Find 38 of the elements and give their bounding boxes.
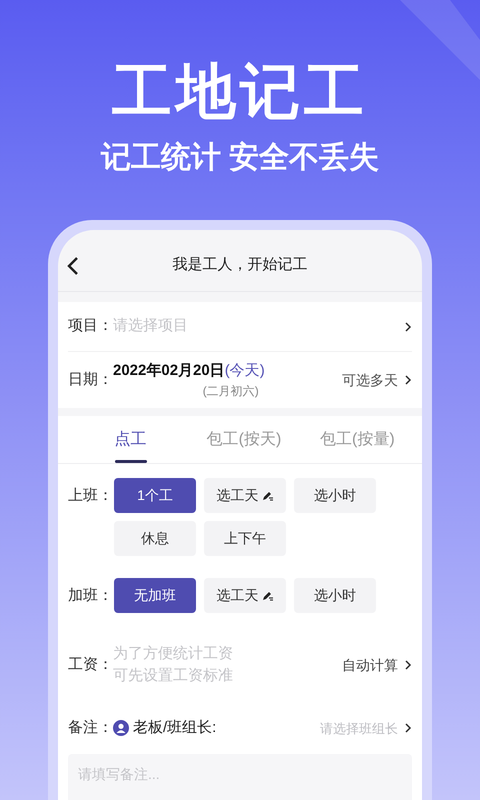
- option-button[interactable]: 选工天: [204, 478, 286, 513]
- field-label: 日期：: [68, 370, 113, 390]
- field-label: 加班：: [68, 586, 114, 606]
- pen-icon: [262, 490, 274, 501]
- option-button[interactable]: 1个工: [114, 478, 196, 513]
- back-icon[interactable]: [66, 256, 80, 276]
- option-button[interactable]: 无加班: [114, 578, 196, 613]
- chevron-icon: [404, 374, 412, 386]
- hint-text: 可先设置工资标准: [113, 666, 233, 686]
- auto-calculate-link[interactable]: 自动计算: [342, 654, 398, 676]
- today-label: (今天): [224, 360, 265, 381]
- hero-title: 工地记工: [112, 57, 368, 127]
- boss-label: 老板/班组长:: [133, 718, 216, 738]
- hint-text: 为了方便统计工资: [113, 644, 233, 664]
- multi-day-link[interactable]: 可选多天: [342, 370, 398, 390]
- field-label: 项目：: [68, 316, 113, 336]
- option-button[interactable]: 上下午: [204, 521, 286, 556]
- tab[interactable]: 点工: [114, 428, 147, 452]
- field-label: 备注：: [68, 718, 113, 738]
- option-button[interactable]: 选小时: [294, 478, 376, 513]
- field-label: 上班：: [68, 486, 114, 506]
- option-button[interactable]: 选小时: [294, 578, 376, 613]
- person-icon: [113, 720, 129, 736]
- option-button[interactable]: 选工天: [204, 578, 286, 613]
- chevron-icon: [404, 722, 412, 734]
- date-value: 2022年02月20日: [113, 360, 225, 381]
- placeholder-text: 请选择项目: [113, 316, 189, 336]
- chevron-icon: [404, 320, 412, 332]
- tab-indicator: [114, 460, 147, 463]
- pen-icon: [262, 590, 274, 601]
- hero-subtitle: 记工统计 安全不丢失: [100, 140, 380, 176]
- field-label: 工资：: [68, 654, 113, 675]
- option-button[interactable]: 休息: [114, 521, 196, 556]
- screen-title: 我是工人，开始记工: [172, 255, 308, 276]
- chevron-icon: [404, 659, 412, 671]
- date-row[interactable]: 日期：2022年02月20日(今天) (二月初六) 可选多天: [68, 352, 412, 408]
- lunar-date: (二月初六): [202, 383, 259, 400]
- project-row[interactable]: 项目：请选择项目: [68, 302, 412, 352]
